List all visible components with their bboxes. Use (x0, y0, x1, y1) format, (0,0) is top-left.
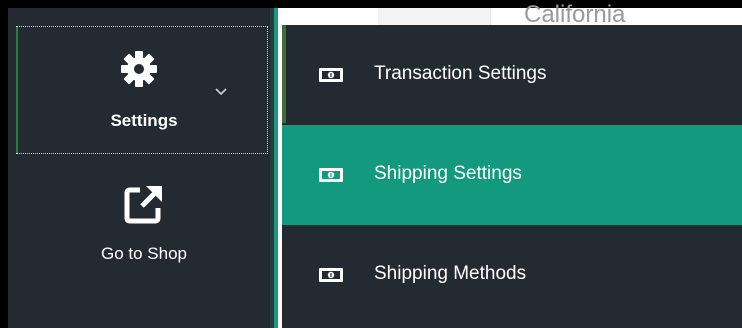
active-indicator (16, 27, 18, 153)
money-icon (319, 68, 343, 82)
money-icon (319, 168, 343, 182)
sidebar-item-go-to-shop[interactable]: Go to Shop (16, 176, 268, 286)
external-link-icon (124, 186, 162, 224)
menu-item-label: Shipping Methods (374, 263, 527, 284)
sidebar-accent-strip (274, 8, 278, 328)
go-to-shop-label: Go to Shop (100, 244, 187, 263)
menu-item-shipping-settings[interactable]: Shipping Settings (282, 125, 742, 225)
window-frame-top (0, 0, 742, 8)
gear-icon (121, 51, 157, 87)
window-frame-left (0, 0, 8, 328)
settings-submenu: Transaction Settings Shipping Settings S… (282, 25, 742, 328)
sidebar-item-settings[interactable]: Settings (16, 26, 268, 154)
menu-item-transaction-settings[interactable]: Transaction Settings (282, 25, 742, 125)
money-icon (319, 268, 343, 282)
sidebar: Settings Go to Shop (8, 8, 270, 328)
chevron-down-icon (215, 88, 227, 96)
menu-item-label: Transaction Settings (374, 63, 547, 84)
menu-item-shipping-methods[interactable]: Shipping Methods (282, 225, 742, 325)
menu-item-label: Shipping Settings (374, 163, 522, 184)
settings-label: Settings (110, 111, 178, 130)
menu-accent-bar (282, 25, 286, 123)
